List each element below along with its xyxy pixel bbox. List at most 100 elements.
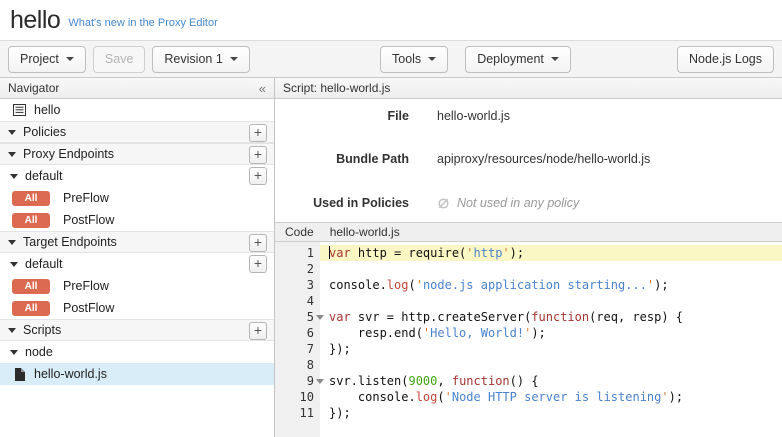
add-proxy-default-button[interactable]: + [249, 167, 267, 185]
code-line-3[interactable]: 3console.log('node.js application starti… [275, 277, 782, 293]
caret-down-icon[interactable] [10, 262, 18, 267]
line-number: 3 [275, 277, 320, 293]
code-line-text [320, 357, 782, 373]
code-section-header: Code hello-world.js [275, 222, 782, 242]
deployment-button[interactable]: Deployment [465, 46, 571, 73]
nav-item-label: Proxy Endpoints [23, 147, 114, 161]
code-line-9[interactable]: 9svr.listen(9000, function() { [275, 373, 782, 389]
line-number: 4 [275, 293, 320, 309]
script-details-form: File hello-world.js Bundle Path apiproxy… [275, 99, 782, 222]
add-proxy-endpoints-button[interactable]: + [249, 146, 267, 164]
nav-item-hello[interactable]: hello [0, 99, 274, 121]
bundle-path-field-value: apiproxy/resources/node/hello-world.js [437, 152, 650, 166]
code-editor[interactable]: 1var http = require('http');23console.lo… [275, 242, 782, 437]
nav-item-label: Scripts [23, 323, 61, 337]
code-line-text [320, 293, 782, 309]
chevron-down-icon [428, 57, 436, 61]
whats-new-link[interactable]: What's new in the Proxy Editor [68, 17, 217, 29]
tools-button-label: Tools [392, 52, 421, 66]
line-number: 11 [275, 405, 320, 421]
nav-item-label: Policies [23, 125, 66, 139]
revision-button[interactable]: Revision 1 [152, 46, 249, 73]
nav-item-hello-world-js[interactable]: hello-world.js [0, 363, 274, 385]
caret-down-icon[interactable] [8, 130, 16, 135]
nav-item-proxy-preflow[interactable]: All PreFlow [0, 187, 274, 209]
code-line-2[interactable]: 2 [275, 261, 782, 277]
line-number: 5 [275, 309, 320, 325]
nav-item-proxy-endpoints[interactable]: Proxy Endpoints + [0, 143, 274, 165]
nodejs-logs-button[interactable]: Node.js Logs [677, 46, 774, 73]
code-line-11[interactable]: 11}); [275, 405, 782, 421]
nav-item-proxy-postflow[interactable]: AllPostFlow [0, 209, 274, 231]
add-policies-button[interactable]: + [249, 124, 267, 142]
used-in-policies-text: Not used in any policy [457, 196, 579, 210]
nav-item-label: Target Endpoints [23, 235, 117, 249]
navigator-tree: helloPolicies+Proxy Endpoints+default+Al… [0, 99, 274, 385]
main-content: Navigator « helloPolicies+Proxy Endpoint… [0, 78, 782, 437]
navigator-header: Navigator « [0, 78, 274, 99]
line-number: 2 [275, 261, 320, 277]
code-line-text: console.log('Node HTTP server is listeni… [320, 389, 782, 405]
code-line-text: console.log('node.js application startin… [320, 277, 782, 293]
nav-item-label: default [25, 257, 63, 271]
save-button-label: Save [105, 52, 134, 66]
revision-button-label: Revision 1 [164, 52, 222, 66]
used-in-policies-field-row: Used in Policies Not used in any policy [275, 196, 579, 210]
navigator-title: Navigator [8, 81, 59, 95]
nav-item-scripts[interactable]: Scripts + [0, 319, 274, 341]
code-section-title: Code [275, 225, 314, 239]
file-icon [14, 368, 25, 381]
toolbar: Project Save Revision 1 Tools Deployment… [0, 40, 782, 78]
caret-down-icon[interactable] [10, 350, 18, 355]
nav-item-label: hello [34, 103, 60, 117]
chevron-down-icon [66, 57, 74, 61]
bundle-path-field-row: Bundle Path apiproxy/resources/node/hell… [275, 152, 650, 166]
code-line-4[interactable]: 4 [275, 293, 782, 309]
nav-item-node[interactable]: node [0, 341, 274, 363]
code-line-8[interactable]: 8 [275, 357, 782, 373]
add-target-default-button[interactable]: + [249, 255, 267, 273]
add-target-endpoints-button[interactable]: + [249, 234, 267, 252]
code-line-6[interactable]: 6 resp.end('Hello, World!'); [275, 325, 782, 341]
file-field-row: File hello-world.js [275, 109, 510, 123]
tools-button[interactable]: Tools [380, 46, 448, 73]
code-line-text: }); [320, 341, 782, 357]
collapse-navigator-button[interactable]: « [259, 82, 266, 95]
fold-caret-icon[interactable] [316, 315, 324, 320]
code-line-1[interactable]: 1var http = require('http'); [275, 245, 782, 261]
editor-panel: Script: hello-world.js File hello-world.… [275, 78, 782, 437]
caret-down-icon[interactable] [10, 174, 18, 179]
line-number: 7 [275, 341, 320, 357]
caret-down-icon[interactable] [8, 328, 16, 333]
caret-down-icon[interactable] [8, 240, 16, 245]
caret-down-icon[interactable] [8, 152, 16, 157]
line-number: 1 [275, 245, 320, 261]
toolbar-middle-group: Tools Deployment [380, 46, 571, 73]
line-number: 10 [275, 389, 320, 405]
nav-item-label: node [25, 345, 53, 359]
save-button[interactable]: Save [93, 46, 146, 73]
nav-item-label: PreFlow [63, 279, 109, 293]
nav-item-policies[interactable]: Policies + [0, 121, 274, 143]
all-badge: All [12, 279, 50, 294]
all-badge: All [12, 191, 50, 206]
nav-item-label: PreFlow [63, 191, 109, 205]
project-button[interactable]: Project [8, 46, 86, 73]
link-icon [437, 197, 450, 210]
file-field-label: File [275, 109, 409, 123]
code-line-5[interactable]: 5var svr = http.createServer(function(re… [275, 309, 782, 325]
code-line-7[interactable]: 7}); [275, 341, 782, 357]
nav-item-target-postflow[interactable]: AllPostFlow [0, 297, 274, 319]
nav-item-target-endpoints[interactable]: Target Endpoints + [0, 231, 274, 253]
nav-item-target-default[interactable]: default + [0, 253, 274, 275]
nav-item-label: hello-world.js [34, 367, 107, 381]
code-line-text: svr.listen(9000, function() { [320, 373, 782, 389]
add-scripts-button[interactable]: + [249, 322, 267, 340]
nav-item-target-preflow[interactable]: All PreFlow [0, 275, 274, 297]
nav-item-proxy-default[interactable]: default+ [0, 165, 274, 187]
file-field-value: hello-world.js [437, 109, 510, 123]
fold-caret-icon[interactable] [316, 379, 324, 384]
code-line-text: }); [320, 405, 782, 421]
used-in-policies-field-value: Not used in any policy [437, 196, 579, 210]
code-line-10[interactable]: 10 console.log('Node HTTP server is list… [275, 389, 782, 405]
